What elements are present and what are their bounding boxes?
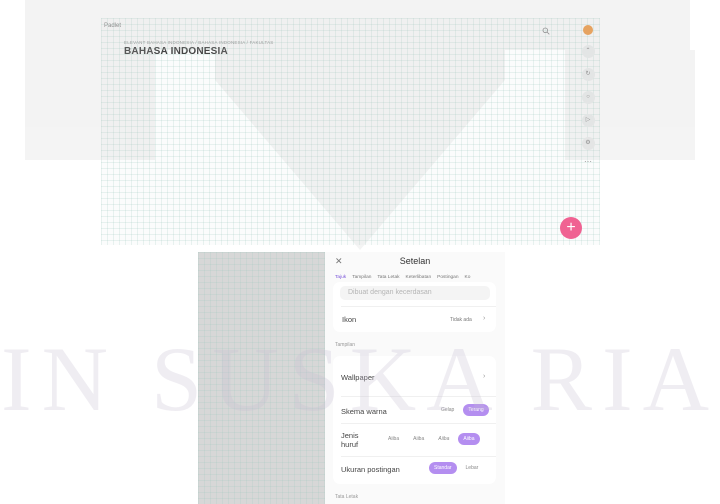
- action-rail: ⌃ ↻ ○ ▷ ⚙ ⋯: [578, 24, 598, 166]
- breadcrumb: ELEVANT BAHASA INDONESIA / BAHASA INDONE…: [124, 40, 274, 45]
- size-standard-option[interactable]: Standar: [429, 462, 457, 474]
- tab-tata-letak[interactable]: Tata Letak: [377, 275, 399, 280]
- search-icon[interactable]: [542, 27, 550, 35]
- remake-icon[interactable]: ↻: [581, 68, 595, 81]
- board-title[interactable]: BAHASA INDONESIA: [124, 46, 228, 57]
- add-post-button[interactable]: +: [560, 217, 582, 239]
- color-scheme-label: Skema warna: [341, 407, 387, 416]
- description-field[interactable]: Dibuat dengan kecerdasan: [340, 286, 490, 300]
- section-appearance: Tampilan: [335, 342, 356, 348]
- wallpaper-label[interactable]: Wallpaper: [341, 373, 375, 382]
- tab-keterlibatan[interactable]: Keterlibatan: [406, 275, 432, 280]
- app-logo[interactable]: Padlet: [104, 23, 121, 29]
- post-size-label: Ukuran postingan: [341, 465, 400, 474]
- board-preview-column: [198, 252, 325, 504]
- icon-row-label: Ikon: [342, 315, 357, 324]
- font-option-4[interactable]: Aiiba: [458, 433, 480, 445]
- share-icon[interactable]: ⌃: [581, 45, 595, 58]
- chevron-right-icon[interactable]: ›: [483, 373, 485, 380]
- color-scheme-toggle: Gelap Terang: [436, 404, 489, 416]
- post-size-toggle: Standar Lebar: [429, 462, 483, 474]
- avatar[interactable]: [583, 25, 593, 35]
- search-icon-glyph: [542, 27, 550, 35]
- more-icon[interactable]: ⋯: [578, 158, 598, 166]
- tab-more[interactable]: Ko: [465, 275, 471, 280]
- font-option-2[interactable]: Aiiba: [408, 433, 429, 445]
- tab-tajuk[interactable]: Tajuk: [335, 275, 346, 280]
- settings-panel: ✕ Setelan Tajuk Tampilan Tata Letak Kete…: [325, 252, 505, 504]
- tab-tampilan[interactable]: Tampilan: [352, 275, 371, 280]
- tab-postingan[interactable]: Postingan: [437, 275, 458, 280]
- settings-icon[interactable]: ○: [581, 91, 595, 104]
- gear-icon[interactable]: ⚙: [581, 137, 595, 150]
- divider: [341, 423, 496, 424]
- icon-row-value[interactable]: Tidak ada: [450, 317, 472, 323]
- divider: [341, 456, 496, 457]
- chevron-right-icon[interactable]: ›: [483, 315, 485, 322]
- settings-tabs: Tajuk Tampilan Tata Letak Keterlibatan P…: [335, 275, 470, 280]
- header-card: Dibuat dengan kecerdasan Ikon Tidak ada …: [333, 282, 496, 332]
- padlet-board: Padlet ELEVANT BAHASA INDONESIA / BAHASA…: [101, 18, 600, 245]
- scheme-light-option[interactable]: Terang: [463, 404, 489, 416]
- font-options: Aiiba Aiiba Aiiba Aiiba: [383, 433, 480, 445]
- size-wide-option[interactable]: Lebar: [461, 462, 484, 474]
- font-option-1[interactable]: Aiiba: [383, 433, 404, 445]
- font-option-3[interactable]: Aiiba: [433, 433, 454, 445]
- play-icon[interactable]: ▷: [581, 114, 595, 127]
- scheme-dark-option[interactable]: Gelap: [436, 404, 459, 416]
- appearance-card: Wallpaper › Skema warna Gelap Terang Jen…: [333, 356, 496, 484]
- section-layout: Tata Letak: [335, 494, 359, 500]
- font-label: Jenis huruf: [341, 431, 359, 449]
- divider: [341, 306, 496, 307]
- settings-title: Setelan: [399, 256, 431, 266]
- divider: [341, 396, 496, 397]
